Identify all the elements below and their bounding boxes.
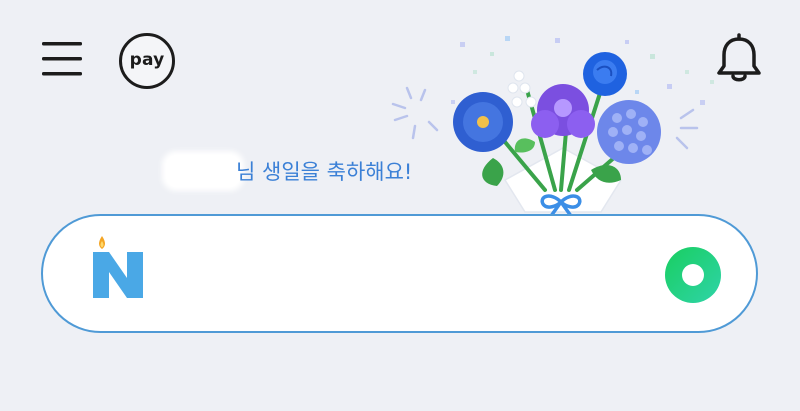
search-bar[interactable] [41,214,758,333]
green-voice-search-icon[interactable] [663,245,723,305]
page: pay 님 생일을 축하해요! [0,0,800,411]
hamburger-menu-icon [42,42,82,76]
sparkle-left-icon [391,86,439,140]
menu-button[interactable] [38,38,86,80]
birthday-greeting: 님 생일을 축하해요! [166,152,412,190]
search-input[interactable] [161,254,645,296]
greeting-text: 님 생일을 축하해요! [236,160,413,184]
naver-birthday-candle-logo [93,236,143,298]
purple-flower [531,84,595,138]
flower-bouquet-illustration [391,36,714,218]
blue-flower [453,92,513,152]
rose-flower [583,52,627,96]
hydrangea-flower [597,100,661,164]
pay-label: pay [129,49,165,70]
sparkle-right-icon [675,108,699,150]
redacted-username [166,155,240,187]
pay-button[interactable]: pay [119,33,175,89]
